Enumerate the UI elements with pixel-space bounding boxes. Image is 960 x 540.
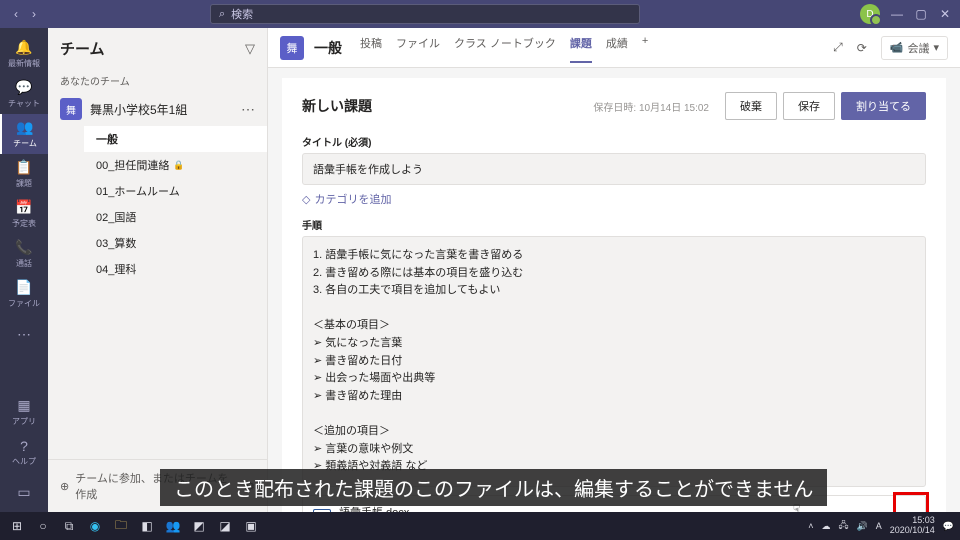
- app-rail: 🔔最新情報 💬チャット 👥チーム 📋課題 📅予定表 📞通話 📄ファイル ⋯ ▦ア…: [0, 28, 48, 512]
- calendar-icon: 📅: [15, 199, 32, 216]
- team-sidebar: チーム ▽ あなたのチーム 舞 舞黒小学校5年1組 ⋯ 一般 00_担任間連絡🔒…: [48, 28, 268, 512]
- discard-button[interactable]: 破棄: [725, 92, 777, 120]
- window-minimize-icon[interactable]: —: [890, 7, 904, 21]
- tag-icon: ◇: [302, 193, 310, 206]
- channel-item[interactable]: 03_算数: [84, 230, 267, 256]
- nav-back-icon[interactable]: ‹: [8, 7, 24, 21]
- channel-title: 一般: [314, 38, 342, 58]
- search-placeholder: 検索: [231, 6, 253, 22]
- form-heading: 新しい課題: [302, 96, 372, 116]
- rail-more[interactable]: ⋯: [0, 314, 48, 354]
- sidebar-title: チーム: [60, 38, 105, 59]
- app-icon[interactable]: ◩: [188, 515, 210, 537]
- window-maximize-icon[interactable]: ▢: [914, 7, 928, 21]
- instructions-label: 手順: [302, 217, 926, 232]
- rail-calls[interactable]: 📞通話: [0, 234, 48, 274]
- assignment-form: 新しい課題 保存日時: 10月14日 15:02 破棄 保存 割り当てる タイト…: [282, 78, 946, 512]
- channel-general[interactable]: 一般: [84, 126, 267, 152]
- search-input[interactable]: ⌕ 検索: [210, 4, 640, 24]
- rail-device[interactable]: ▭: [0, 472, 48, 512]
- taskbar-clock[interactable]: 15:03 2020/10/14: [890, 516, 935, 536]
- chat-icon: 💬: [15, 79, 32, 96]
- more-icon: ⋯: [17, 326, 31, 343]
- explorer-icon[interactable]: 🗀: [110, 515, 132, 537]
- help-icon: ?: [20, 438, 28, 454]
- user-avatar[interactable]: D: [860, 4, 880, 24]
- apps-icon: ▦: [17, 397, 30, 414]
- tray-cloud-icon[interactable]: ☁: [821, 521, 830, 532]
- expand-icon[interactable]: ⤢: [833, 40, 843, 55]
- rail-activity[interactable]: 🔔最新情報: [0, 34, 48, 74]
- channel-item[interactable]: 02_国語: [84, 204, 267, 230]
- meet-button[interactable]: 📹 会議 ▾: [881, 36, 948, 60]
- channel-item[interactable]: 04_理科: [84, 256, 267, 282]
- device-icon: ▭: [17, 484, 30, 501]
- join-icon: ⊕: [60, 480, 69, 493]
- channel-tabs: 投稿 ファイル クラス ノートブック 課題 成績 +: [360, 33, 648, 63]
- tab-grades[interactable]: 成績: [606, 33, 628, 63]
- nav-forward-icon[interactable]: ›: [26, 7, 42, 21]
- lock-icon: 🔒: [173, 160, 184, 171]
- tray-network-icon[interactable]: 🖧: [838, 518, 848, 534]
- team-name: 舞黒小学校5年1組: [90, 101, 233, 118]
- app-icon[interactable]: ◪: [214, 515, 236, 537]
- saved-timestamp: 保存日時: 10月14日 15:02: [593, 99, 709, 114]
- tab-posts[interactable]: 投稿: [360, 33, 382, 63]
- tray-notifications-icon[interactable]: 💬: [943, 521, 954, 532]
- rail-teams[interactable]: 👥チーム: [0, 114, 48, 154]
- filter-icon[interactable]: ▽: [245, 41, 255, 57]
- channel-header: 舞 一般 投稿 ファイル クラス ノートブック 課題 成績 + ⤢ ⟳ 📹 会議…: [268, 28, 960, 68]
- tray-ime-icon[interactable]: A: [876, 521, 882, 531]
- windows-taskbar: ⊞ ○ ⧉ ◉ 🗀 ◧ 👥 ◩ ◪ ▣ ˄ ☁ 🖧 🔊 A 15:03 2020…: [0, 512, 960, 540]
- refresh-icon[interactable]: ⟳: [857, 41, 867, 55]
- main-area: 舞 一般 投稿 ファイル クラス ノートブック 課題 成績 + ⤢ ⟳ 📹 会議…: [268, 28, 960, 512]
- camera-icon: 📹: [890, 41, 904, 54]
- team-avatar: 舞: [60, 98, 82, 120]
- cortana-icon[interactable]: ○: [32, 515, 54, 537]
- file-icon: 📄: [15, 279, 32, 296]
- window-close-icon[interactable]: ✕: [938, 7, 952, 21]
- teams-icon: 👥: [16, 119, 33, 136]
- phone-icon: 📞: [15, 239, 32, 256]
- assignment-icon: 📋: [15, 159, 32, 176]
- rail-help[interactable]: ?ヘルプ: [0, 432, 48, 472]
- rail-files[interactable]: 📄ファイル: [0, 274, 48, 314]
- save-button[interactable]: 保存: [783, 92, 835, 120]
- edge-icon[interactable]: ◉: [84, 515, 106, 537]
- bell-icon: 🔔: [15, 39, 32, 56]
- tab-files[interactable]: ファイル: [396, 33, 440, 63]
- tab-notebook[interactable]: クラス ノートブック: [454, 33, 556, 63]
- team-more-icon[interactable]: ⋯: [241, 101, 255, 118]
- tab-add[interactable]: +: [642, 33, 648, 63]
- chevron-down-icon: ▾: [933, 41, 939, 54]
- search-icon: ⌕: [219, 8, 225, 21]
- rail-calendar[interactable]: 📅予定表: [0, 194, 48, 234]
- rail-apps[interactable]: ▦アプリ: [0, 392, 48, 432]
- channel-item[interactable]: 01_ホームルーム: [84, 178, 267, 204]
- assign-button[interactable]: 割り当てる: [841, 92, 926, 120]
- instructions-input[interactable]: 1. 語彙手帳に気になった言葉を書き留める 2. 書き留める際には基本の項目を盛…: [302, 236, 926, 487]
- rail-chat[interactable]: 💬チャット: [0, 74, 48, 114]
- tray-volume-icon[interactable]: 🔊: [857, 521, 868, 532]
- tray-chevron-icon[interactable]: ˄: [808, 521, 813, 531]
- title-bar: ‹ › ⌕ 検索 D — ▢ ✕: [0, 0, 960, 28]
- teams-taskbar-icon[interactable]: 👥: [162, 515, 184, 537]
- title-input[interactable]: 語彙手帳を作成しよう: [302, 153, 926, 185]
- channel-avatar: 舞: [280, 36, 304, 60]
- team-row[interactable]: 舞 舞黒小学校5年1組 ⋯: [48, 92, 267, 126]
- start-button[interactable]: ⊞: [6, 515, 28, 537]
- sidebar-subhead: あなたのチーム: [48, 69, 267, 92]
- taskview-icon[interactable]: ⧉: [58, 515, 80, 537]
- app-icon[interactable]: ◧: [136, 515, 158, 537]
- video-caption: このとき配布された課題のこのファイルは、編集することができません: [160, 469, 827, 506]
- title-label: タイトル (必須): [302, 134, 926, 149]
- add-category-link[interactable]: ◇ カテゴリを追加: [302, 191, 926, 207]
- app-icon[interactable]: ▣: [240, 515, 262, 537]
- rail-assignments[interactable]: 📋課題: [0, 154, 48, 194]
- channel-item[interactable]: 00_担任間連絡🔒: [84, 152, 267, 178]
- channel-list: 一般 00_担任間連絡🔒 01_ホームルーム 02_国語 03_算数 04_理科: [48, 126, 267, 282]
- tab-assignments[interactable]: 課題: [570, 33, 592, 63]
